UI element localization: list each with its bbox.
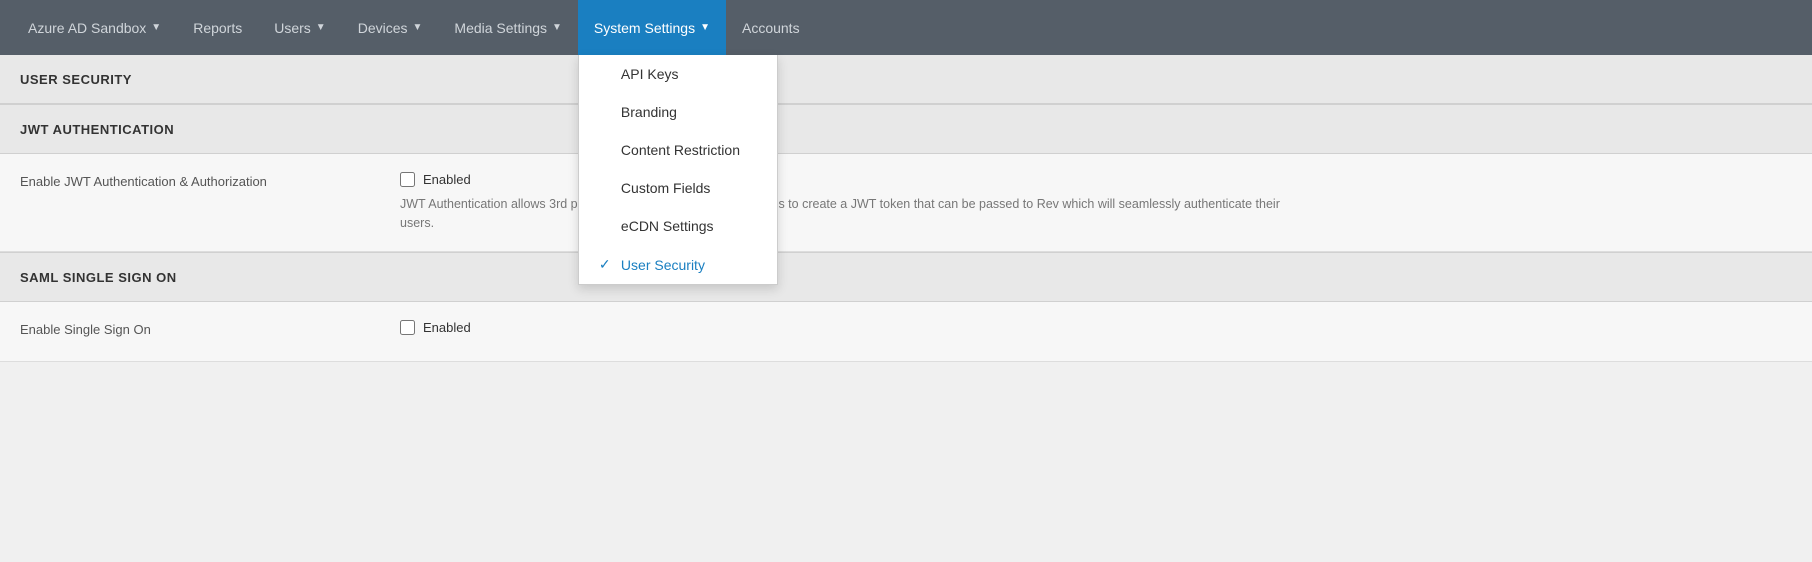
media-settings-caret: ▼: [552, 22, 562, 33]
nav-accounts-label: Accounts: [742, 20, 800, 36]
main-content: USER SECURITY JWT AUTHENTICATION Enable …: [0, 55, 1812, 362]
user-security-title: USER SECURITY: [20, 72, 132, 87]
saml-sso-title: SAML SINGLE SIGN ON: [20, 270, 177, 285]
dropdown-item-api-keys[interactable]: API Keys: [579, 55, 777, 93]
dropdown-content-restriction-label: Content Restriction: [621, 142, 740, 158]
dropdown-item-ecdn-settings[interactable]: eCDN Settings: [579, 207, 777, 245]
dropdown-ecdn-settings-label: eCDN Settings: [621, 218, 714, 234]
dropdown-branding-label: Branding: [621, 104, 677, 120]
jwt-auth-section-header: JWT AUTHENTICATION: [0, 104, 1812, 154]
nav-item-devices[interactable]: Devices ▼: [342, 0, 439, 55]
nav-item-reports[interactable]: Reports: [177, 0, 258, 55]
dropdown-item-content-restriction[interactable]: Content Restriction: [579, 131, 777, 169]
saml-sso-section-header: SAML SINGLE SIGN ON: [0, 252, 1812, 302]
nav-devices-label: Devices: [358, 20, 408, 36]
users-caret: ▼: [316, 22, 326, 33]
saml-sso-field-label: Enable Single Sign On: [20, 320, 400, 337]
dropdown-api-keys-label: API Keys: [621, 66, 679, 82]
nav-system-settings-label: System Settings: [594, 20, 695, 36]
dropdown-custom-fields-label: Custom Fields: [621, 180, 710, 196]
saml-sso-checkbox-row: Enabled: [400, 320, 1792, 335]
nav-item-system-settings[interactable]: System Settings ▼: [578, 0, 726, 55]
nav-item-accounts[interactable]: Accounts: [726, 0, 816, 55]
devices-caret: ▼: [413, 22, 423, 33]
nav-users-label: Users: [274, 20, 311, 36]
system-settings-caret: ▼: [700, 22, 710, 33]
jwt-auth-description: JWT Authentication allows 3rd party deve…: [400, 195, 1300, 233]
dropdown-item-custom-fields[interactable]: Custom Fields: [579, 169, 777, 207]
nav-item-media-settings[interactable]: Media Settings ▼: [438, 0, 578, 55]
user-security-check-icon: ✓: [599, 256, 613, 273]
navbar: Azure AD Sandbox ▼ Reports Users ▼ Devic…: [0, 0, 1812, 55]
nav-brand[interactable]: Azure AD Sandbox ▼: [12, 0, 177, 55]
nav-item-users[interactable]: Users ▼: [258, 0, 341, 55]
system-settings-dropdown: API Keys Branding Content Restriction Cu…: [578, 55, 778, 285]
dropdown-user-security-label: User Security: [621, 257, 705, 273]
jwt-auth-checkbox[interactable]: [400, 172, 415, 187]
saml-sso-field-control: Enabled: [400, 320, 1792, 343]
nav-media-settings-label: Media Settings: [454, 20, 547, 36]
user-security-section-header: USER SECURITY: [0, 55, 1812, 104]
jwt-auth-title: JWT AUTHENTICATION: [20, 122, 174, 137]
brand-label: Azure AD Sandbox: [28, 20, 146, 36]
dropdown-item-user-security[interactable]: ✓ User Security: [579, 245, 777, 284]
nav-reports-label: Reports: [193, 20, 242, 36]
saml-sso-field-row: Enable Single Sign On Enabled: [0, 302, 1812, 362]
jwt-auth-checkbox-label: Enabled: [423, 172, 471, 187]
dropdown-item-branding[interactable]: Branding: [579, 93, 777, 131]
jwt-auth-field-label: Enable JWT Authentication & Authorizatio…: [20, 172, 400, 189]
saml-sso-checkbox-label: Enabled: [423, 320, 471, 335]
brand-caret: ▼: [151, 22, 161, 33]
jwt-auth-field-row: Enable JWT Authentication & Authorizatio…: [0, 154, 1812, 252]
saml-sso-checkbox[interactable]: [400, 320, 415, 335]
nav-item-system-settings-wrapper: System Settings ▼ API Keys Branding Cont…: [578, 0, 726, 55]
